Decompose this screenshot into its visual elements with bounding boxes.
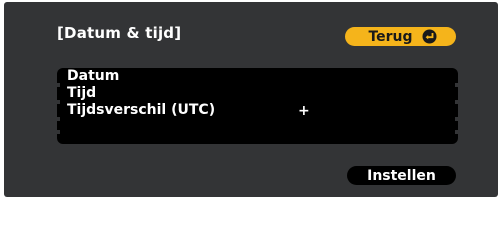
- enter-icon: [422, 29, 437, 44]
- menu-item-timezone-offset[interactable]: Tijdsverschil (UTC): [67, 102, 215, 119]
- back-button[interactable]: Terug: [345, 27, 456, 46]
- menu-item-date[interactable]: Datum: [67, 68, 119, 85]
- set-button[interactable]: Instellen: [347, 166, 456, 185]
- row-divider: [455, 130, 461, 134]
- row-divider: [54, 117, 60, 121]
- settings-list: Datum Tijd Tijdsverschil (UTC) +: [54, 68, 461, 144]
- row-divider: [54, 100, 60, 104]
- row-divider: [54, 130, 60, 134]
- row-divider: [54, 83, 60, 87]
- row-divider: [455, 117, 461, 121]
- back-button-label: Terug: [368, 28, 413, 45]
- row-divider: [455, 83, 461, 87]
- menu-item-time[interactable]: Tijd: [67, 85, 96, 102]
- date-time-dialog: [Datum & tijd] Terug Datum Tijd Tijdsver…: [4, 2, 498, 197]
- dialog-title: [Datum & tijd]: [57, 24, 182, 42]
- row-divider: [455, 100, 461, 104]
- timezone-offset-value: +: [298, 103, 310, 119]
- set-button-label: Instellen: [367, 167, 436, 184]
